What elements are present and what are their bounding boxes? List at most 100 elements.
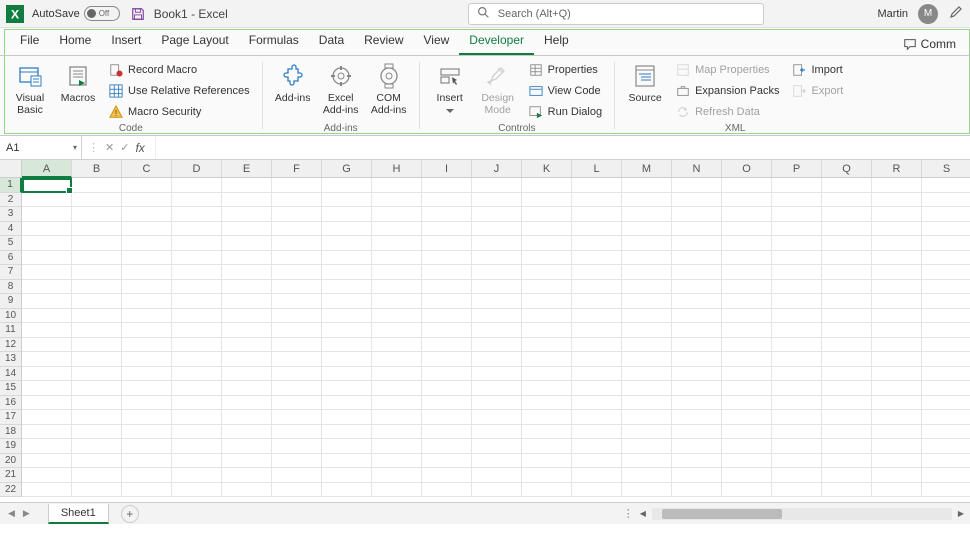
cell[interactable] — [72, 236, 122, 251]
cell[interactable] — [922, 468, 970, 483]
cell[interactable] — [472, 265, 522, 280]
cell[interactable] — [722, 439, 772, 454]
cell[interactable] — [322, 178, 372, 193]
cell[interactable] — [372, 468, 422, 483]
cell[interactable] — [822, 439, 872, 454]
cell[interactable] — [22, 193, 72, 208]
cell[interactable] — [122, 251, 172, 266]
cell[interactable] — [22, 309, 72, 324]
cell[interactable] — [822, 323, 872, 338]
column-header[interactable]: C — [122, 160, 172, 178]
cell[interactable] — [622, 236, 672, 251]
cell[interactable] — [122, 352, 172, 367]
cell[interactable] — [722, 222, 772, 237]
cell[interactable] — [672, 396, 722, 411]
cell[interactable] — [822, 193, 872, 208]
cell[interactable] — [122, 396, 172, 411]
tab-review[interactable]: Review — [354, 28, 413, 55]
cell[interactable] — [472, 193, 522, 208]
cell[interactable] — [922, 236, 970, 251]
cell[interactable] — [922, 193, 970, 208]
cell[interactable] — [572, 294, 622, 309]
cell[interactable] — [622, 367, 672, 382]
cell[interactable] — [772, 483, 822, 498]
cell[interactable] — [472, 425, 522, 440]
cell[interactable] — [322, 425, 372, 440]
cell[interactable] — [422, 280, 472, 295]
cell[interactable] — [72, 207, 122, 222]
tab-formulas[interactable]: Formulas — [239, 28, 309, 55]
cell[interactable] — [372, 483, 422, 498]
cell[interactable] — [422, 178, 472, 193]
refresh-data-button[interactable]: Refresh Data — [671, 103, 783, 121]
column-header[interactable]: H — [372, 160, 422, 178]
cell[interactable] — [672, 265, 722, 280]
cell[interactable] — [422, 410, 472, 425]
cell[interactable] — [872, 454, 922, 469]
cell[interactable] — [22, 454, 72, 469]
cell[interactable] — [272, 265, 322, 280]
cell[interactable] — [622, 439, 672, 454]
cell[interactable] — [122, 294, 172, 309]
cell[interactable] — [622, 207, 672, 222]
cell[interactable] — [472, 367, 522, 382]
cell[interactable] — [872, 207, 922, 222]
addins-button[interactable]: Add-ins — [271, 58, 315, 104]
row-header[interactable]: 9 — [0, 294, 22, 309]
cell[interactable] — [22, 367, 72, 382]
cell[interactable] — [722, 207, 772, 222]
column-header[interactable]: A — [22, 160, 72, 178]
cell[interactable] — [22, 410, 72, 425]
cell[interactable] — [822, 265, 872, 280]
column-header[interactable]: D — [172, 160, 222, 178]
column-header[interactable]: R — [872, 160, 922, 178]
cell[interactable] — [922, 425, 970, 440]
cell[interactable] — [372, 338, 422, 353]
cell[interactable] — [422, 352, 472, 367]
cell[interactable] — [472, 439, 522, 454]
cell[interactable] — [572, 280, 622, 295]
row-header[interactable]: 2 — [0, 193, 22, 208]
cell[interactable] — [372, 367, 422, 382]
cell[interactable] — [922, 454, 970, 469]
cell[interactable] — [572, 454, 622, 469]
row-header[interactable]: 15 — [0, 381, 22, 396]
cell[interactable] — [922, 367, 970, 382]
cell[interactable] — [422, 468, 472, 483]
save-icon[interactable] — [130, 6, 146, 22]
cell[interactable] — [872, 178, 922, 193]
cell[interactable] — [872, 338, 922, 353]
cell[interactable] — [722, 236, 772, 251]
cell[interactable] — [922, 294, 970, 309]
cell[interactable] — [622, 454, 672, 469]
cell[interactable] — [172, 222, 222, 237]
cell[interactable] — [572, 236, 622, 251]
cell[interactable] — [922, 439, 970, 454]
autosave-toggle[interactable]: Off — [84, 6, 120, 21]
cell[interactable] — [172, 396, 222, 411]
cell[interactable] — [322, 338, 372, 353]
tab-data[interactable]: Data — [309, 28, 354, 55]
cell[interactable] — [122, 483, 172, 498]
cell[interactable] — [222, 178, 272, 193]
cell[interactable] — [22, 352, 72, 367]
column-header[interactable]: J — [472, 160, 522, 178]
cell[interactable] — [272, 323, 322, 338]
cell[interactable] — [72, 410, 122, 425]
cell[interactable] — [672, 294, 722, 309]
cell[interactable] — [722, 468, 772, 483]
cell[interactable] — [722, 367, 772, 382]
cell[interactable] — [72, 309, 122, 324]
cell[interactable] — [722, 396, 772, 411]
cell[interactable] — [872, 280, 922, 295]
cell[interactable] — [372, 454, 422, 469]
cell[interactable] — [22, 222, 72, 237]
cell[interactable] — [122, 222, 172, 237]
cell[interactable] — [472, 468, 522, 483]
tab-file[interactable]: File — [10, 28, 49, 55]
cell[interactable] — [772, 352, 822, 367]
cell[interactable] — [72, 222, 122, 237]
cell[interactable] — [822, 410, 872, 425]
cell[interactable] — [322, 468, 372, 483]
cell[interactable] — [672, 425, 722, 440]
